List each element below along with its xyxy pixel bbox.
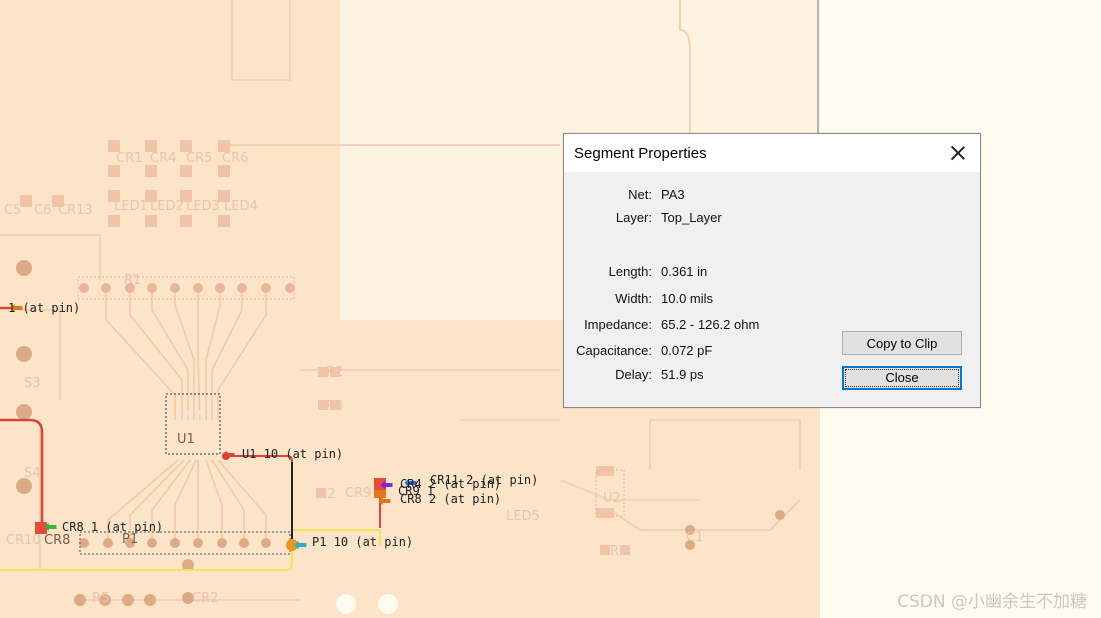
dialog-title: Segment Properties xyxy=(574,145,707,162)
copy-to-clip-button[interactable]: Copy to Clip xyxy=(842,331,962,355)
segment-properties-dialog: Segment Properties Net: PA3 Layer: Top_L… xyxy=(563,133,981,408)
pcb-label: CR5 xyxy=(186,151,212,166)
length-label: Length: xyxy=(608,264,652,279)
pin-annotation: CR9 1 xyxy=(398,484,434,498)
pin-annotation: CR8 1 (at pin) xyxy=(62,520,163,534)
pcb-label: LED2 xyxy=(150,199,184,214)
svg-text:⬅: ⬅ xyxy=(294,535,307,554)
pcb-label: S4 xyxy=(24,466,41,481)
impedance-label: Impedance: xyxy=(584,317,652,332)
net-label: Net: xyxy=(628,187,652,202)
impedance-value: 65.2 - 126.2 ohm xyxy=(661,317,760,332)
pcb-label: CR9 xyxy=(345,486,371,501)
pcb-label: U2 xyxy=(603,491,621,506)
pcb-label: C1 xyxy=(686,530,703,545)
pcb-label: CR2 xyxy=(192,591,218,606)
pcb-label: R5 xyxy=(92,591,109,606)
dialog-titlebar[interactable]: Segment Properties xyxy=(564,134,980,172)
pcb-label: LED3 xyxy=(186,199,220,214)
pcb-label: CR13 xyxy=(58,203,93,218)
pin-annotation: 1 (at pin) xyxy=(8,301,80,315)
width-value: 10.0 mils xyxy=(661,291,714,306)
pcb-label: C6 xyxy=(34,203,51,218)
pcb-label: P1 xyxy=(122,532,138,547)
svg-text:⬅: ⬅ xyxy=(378,491,391,510)
layer-label: Layer: xyxy=(615,210,652,225)
close-button[interactable]: Close xyxy=(842,366,962,390)
layer-value: Top_Layer xyxy=(661,210,722,225)
watermark: CSDN @小幽余生不加糖 xyxy=(897,592,1087,612)
length-value: 0.361 in xyxy=(661,264,708,279)
pin-annotation: U1 10 (at pin) xyxy=(242,447,343,461)
pcb-label: R3 xyxy=(326,399,343,414)
net-value: PA3 xyxy=(661,187,685,202)
pcb-label: CR10 xyxy=(6,533,41,548)
pcb-label: R1 xyxy=(124,273,141,288)
capacitance-label: Capacitance: xyxy=(576,343,652,358)
width-label: Width: xyxy=(615,291,652,306)
pcb-label: CR4 xyxy=(150,151,176,166)
pin-annotation: P1 10 (at pin) xyxy=(312,535,413,549)
pcb-label: LED4 xyxy=(224,199,258,214)
pcb-label: CR6 xyxy=(222,151,248,166)
close-icon[interactable] xyxy=(948,143,968,163)
pcb-label: CR1 xyxy=(116,151,142,166)
pcb-label: U1 xyxy=(177,432,195,447)
svg-text:⬅: ⬅ xyxy=(222,445,235,464)
capacitance-value: 0.072 pF xyxy=(661,343,713,358)
pcb-label: S3 xyxy=(24,376,41,391)
pcb-label: R6 xyxy=(610,544,627,559)
pcb-label: R2 xyxy=(326,365,343,380)
delay-label: Delay: xyxy=(615,367,652,382)
pcb-label: C2 xyxy=(318,487,335,502)
pcb-label: CR8 xyxy=(44,533,70,548)
pcb-label: C5 xyxy=(4,203,21,218)
pcb-label: LED5 xyxy=(506,509,540,524)
pcb-label: LED1 xyxy=(114,199,148,214)
delay-value: 51.9 ps xyxy=(661,367,704,382)
